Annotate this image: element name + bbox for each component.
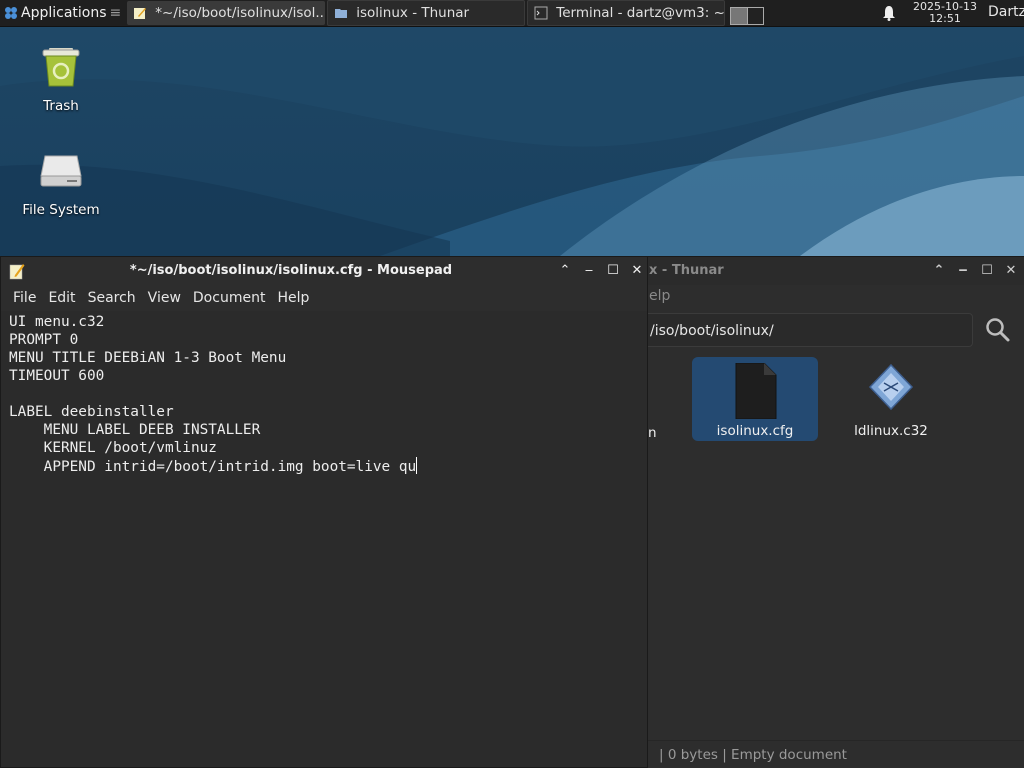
mousepad-icon: [134, 8, 147, 19]
drive-icon: [37, 146, 85, 194]
folder-icon: [335, 9, 348, 18]
location-bar[interactable]: /iso/boot/isolinux/: [641, 313, 973, 347]
minimize-icon[interactable]: ‒: [581, 263, 597, 278]
taskbar-item-label: *~/iso/boot/isolinux/isol...: [155, 5, 326, 21]
desktop-icon-label: File System: [22, 202, 100, 218]
text-editor[interactable]: UI menu.c32 PROMPT 0 MENU TITLE DEEBiAN …: [1, 311, 647, 767]
menu-help[interactable]: Help: [271, 290, 315, 306]
close-icon[interactable]: ✕: [629, 263, 645, 278]
taskbar-item-label: Terminal - dartz@vm3: ~: [556, 5, 725, 21]
taskbar-item-terminal[interactable]: Terminal - dartz@vm3: ~: [527, 0, 726, 26]
editor-line: MENU LABEL DEEB INSTALLER: [9, 422, 261, 438]
mousepad-menubar: File Edit Search View Document Help: [1, 285, 647, 311]
thunar-window[interactable]: x - Thunar ⌃ ‒ ☐ ✕ elp /iso/boot/isolinu…: [640, 256, 1024, 768]
trash-icon: [37, 42, 85, 90]
user-menu[interactable]: Dartz: [988, 4, 1024, 20]
menu-view[interactable]: View: [142, 290, 187, 306]
notification-bell-icon[interactable]: [882, 5, 896, 21]
menu-search[interactable]: Search: [82, 290, 142, 306]
editor-text: UI menu.c32 PROMPT 0 MENU TITLE DEEBiAN …: [1, 311, 647, 476]
editor-line: PROMPT 0: [9, 332, 79, 348]
thunar-menu-help[interactable]: elp: [649, 288, 670, 304]
taskbar-item-thunar[interactable]: isolinux - Thunar: [327, 0, 526, 26]
taskbar-item-mousepad[interactable]: *~/iso/boot/isolinux/isol...: [127, 1, 326, 25]
file-label: isolinux.cfg: [716, 423, 794, 439]
editor-line: APPEND intrid=/boot/intrid.img boot=live…: [9, 459, 417, 475]
thunar-title: x - Thunar: [649, 263, 724, 278]
taskbar-item-label: isolinux - Thunar: [356, 5, 470, 21]
editor-line: TIMEOUT 600: [9, 368, 105, 384]
menu-handle-icon: ≡: [109, 5, 122, 21]
desktop-icon-label: Trash: [43, 98, 79, 114]
file-ldlinux-c32[interactable]: ldlinux.c32: [828, 357, 954, 441]
text-cursor: [416, 457, 418, 474]
maximize-up-icon[interactable]: ⌃: [931, 263, 947, 278]
mousepad-title: *~/iso/boot/isolinux/isolinux.cfg - Mous…: [129, 263, 453, 278]
xfce-logo-icon: [5, 7, 17, 19]
menu-file[interactable]: File: [7, 290, 42, 306]
close-icon[interactable]: ✕: [1003, 263, 1019, 278]
mousepad-window[interactable]: *~/iso/boot/isolinux/isolinux.cfg - Mous…: [0, 256, 648, 768]
top-panel: Applications ≡ *~/iso/boot/isolinux/isol…: [0, 0, 1024, 27]
file-label: ldlinux.c32: [854, 423, 928, 439]
minimize-icon[interactable]: ‒: [955, 263, 971, 278]
thunar-titlebar[interactable]: x - Thunar ⌃ ‒ ☐ ✕: [641, 257, 1024, 285]
binary-file-icon: [866, 363, 916, 419]
mousepad-titlebar[interactable]: *~/iso/boot/isolinux/isolinux.cfg - Mous…: [1, 257, 647, 285]
editor-line: KERNEL /boot/vmlinuz: [9, 440, 217, 456]
clock[interactable]: 2025-10-13 12:51: [908, 0, 982, 27]
editor-line: LABEL deebinstaller: [9, 404, 174, 420]
menu-edit[interactable]: Edit: [42, 290, 81, 306]
search-icon[interactable]: [985, 317, 1011, 343]
applications-menu-button[interactable]: Applications ≡: [0, 0, 125, 26]
editor-line: MENU TITLE DEEBiAN 1-3 Boot Menu: [9, 350, 287, 366]
workspace-1[interactable]: [731, 8, 747, 24]
file-label-partial: n: [648, 425, 657, 441]
applications-label: Applications: [21, 5, 107, 21]
file-isolinux-cfg[interactable]: isolinux.cfg: [692, 357, 818, 441]
clock-time: 12:51: [929, 12, 961, 25]
editor-line: UI menu.c32: [9, 314, 105, 330]
desktop-icon-trash[interactable]: Trash: [6, 42, 116, 114]
text-file-icon: [730, 362, 780, 420]
maximize-up-icon[interactable]: ⌃: [557, 263, 573, 278]
thunar-statusbar: | 0 bytes | Empty document: [641, 740, 1024, 768]
menu-document[interactable]: Document: [187, 290, 272, 306]
workspace-switcher[interactable]: [730, 7, 764, 25]
maximize-icon[interactable]: ☐: [979, 263, 995, 278]
terminal-icon: [534, 6, 548, 20]
file-view[interactable]: n isolinux.cfg ldlinux.c32: [641, 353, 1024, 733]
status-text: | 0 bytes | Empty document: [659, 747, 847, 763]
workspace-2[interactable]: [746, 8, 763, 24]
maximize-icon[interactable]: ☐: [605, 263, 621, 278]
desktop-icon-file-system[interactable]: File System: [6, 146, 116, 218]
